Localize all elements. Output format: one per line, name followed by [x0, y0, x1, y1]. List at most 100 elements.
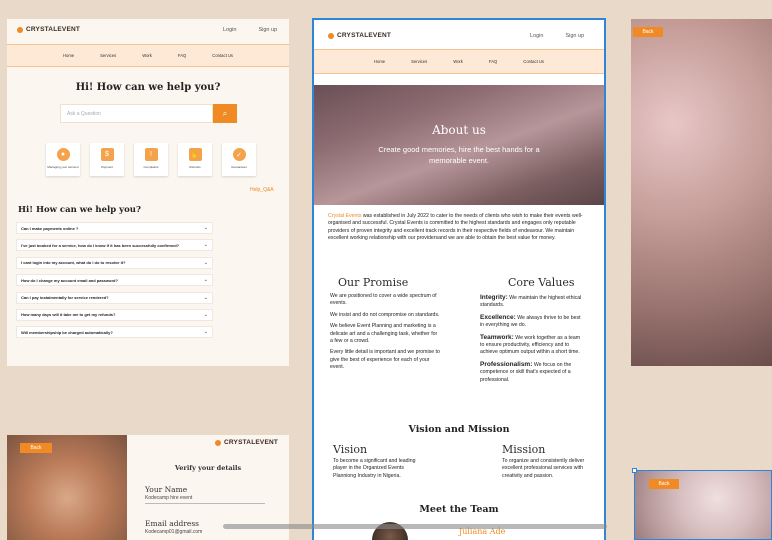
name-field[interactable]: Kodecamp hire event: [145, 495, 265, 504]
value-name: Teamwork:: [480, 333, 514, 341]
hero-title: About us: [432, 123, 486, 137]
faq-item[interactable]: Can I make payments online ? ⌄: [16, 222, 213, 234]
user-icon: ●: [56, 148, 70, 161]
signup-link[interactable]: Sign up: [565, 33, 584, 39]
intro-paragraph: Crystal Events was established in July 2…: [328, 213, 592, 243]
badge-icon: ✓: [232, 148, 246, 161]
chevron-down-icon: ⌄: [203, 225, 208, 231]
faq-question: Can I pay instalmentally for service ren…: [21, 295, 109, 301]
promise-item: Every little detail is important and we …: [330, 349, 440, 371]
nav-faq[interactable]: FAQ: [489, 59, 497, 64]
chevron-down-icon: ⌄: [203, 277, 208, 284]
drape-image: Back: [632, 468, 772, 540]
search-button[interactable]: ⌕: [213, 104, 237, 123]
chevron-down-icon: ⌄: [203, 329, 208, 336]
value-item: Teamwork: We work together as a team to …: [480, 334, 584, 357]
search-input[interactable]: Ask a Question: [60, 104, 213, 123]
back-button[interactable]: Back: [633, 27, 663, 37]
intro-text: was established in July 2022 to cater to…: [328, 213, 583, 242]
help-page-frame: CRYSTALEVENT Login Sign up Home Services…: [7, 19, 289, 366]
vision-mission-title: Vision and Mission: [408, 424, 510, 435]
vision-title: Vision: [333, 443, 368, 456]
nav-services[interactable]: Services: [100, 53, 116, 58]
help-top-links: Login Sign up: [223, 27, 277, 33]
event-hall-image: Back: [631, 19, 772, 366]
nav-services[interactable]: Services: [411, 59, 427, 64]
nav-faq[interactable]: FAQ: [178, 53, 186, 58]
chevron-down-icon: ⌄: [203, 294, 208, 301]
faq-item[interactable]: I've just booked for a service, how do I…: [16, 239, 213, 252]
nav-contact[interactable]: Contact Us: [523, 59, 544, 64]
nav-work[interactable]: Work: [142, 53, 152, 58]
about-header-logo[interactable]: CRYSTALEVENT: [328, 32, 391, 39]
values-title: Core Values: [508, 276, 575, 289]
login-link[interactable]: Login: [223, 27, 236, 33]
promise-title: Our Promise: [338, 276, 409, 289]
faq-heading: Hi! How can we help you?: [18, 205, 141, 215]
brand-text: CRYSTALEVENT: [224, 439, 279, 446]
category-label: Refunds: [189, 165, 201, 169]
dollar-icon: $: [100, 148, 114, 161]
selection-handle[interactable]: [632, 468, 637, 473]
category-label: Complaints: [143, 165, 159, 169]
faq-question: How many days will it take me to get my …: [21, 312, 116, 318]
help-header-logo[interactable]: CRYSTALEVENT: [17, 26, 80, 33]
category-payment[interactable]: $ Payment: [90, 143, 124, 176]
nav-contact[interactable]: Contact Us: [212, 53, 233, 58]
signup-link[interactable]: Sign up: [258, 27, 277, 33]
breadcrumb[interactable]: Help_Q&A: [250, 187, 274, 193]
brand-text: CRYSTALEVENT: [337, 32, 392, 39]
team-title: Meet the Team: [419, 504, 499, 515]
category-label: Guarantees: [231, 165, 247, 169]
about-top-links: Login Sign up: [530, 33, 584, 39]
hand-coin-icon: ✋: [188, 148, 202, 161]
login-link[interactable]: Login: [530, 33, 543, 39]
faq-question: How do I change my account email and pas…: [21, 277, 118, 283]
faq-item[interactable]: Can I pay instalmentally for service ren…: [16, 291, 213, 304]
mission-text: To organize and consistently deliver exc…: [502, 458, 585, 479]
value-item: Excellence: We always thrive to be best …: [480, 314, 584, 330]
value-name: Professionalism:: [480, 360, 533, 368]
verify-logo[interactable]: CRYSTALEVENT: [215, 439, 278, 446]
value-item: Professionalism: We focus on the compete…: [480, 361, 584, 384]
promise-list: We are positioned to cover a wide spectr…: [330, 293, 440, 372]
nav-work[interactable]: Work: [453, 59, 463, 64]
brand-text: CRYSTALEVENT: [26, 26, 81, 33]
faq-item[interactable]: I cant login into my account, what do i …: [16, 256, 213, 269]
chevron-down-icon: ⌄: [203, 259, 208, 266]
faq-question: Can I make payments online ?: [21, 225, 79, 231]
faq-item[interactable]: How do I change my account email and pas…: [16, 274, 213, 287]
value-item: Integrity: We maintain the highest ethic…: [480, 294, 584, 310]
category-refunds[interactable]: ✋ Refunds: [178, 143, 212, 176]
name-label: Your Name: [145, 485, 188, 494]
hero-subtitle: Create good memories, hire the best hand…: [378, 145, 540, 165]
mission-title: Mission: [502, 443, 546, 456]
faq-question: Will membershipship be charged automatic…: [21, 329, 113, 335]
faq-item[interactable]: Will membershipship be charged automatic…: [16, 326, 213, 339]
back-button[interactable]: Back: [20, 443, 52, 453]
value-name: Excellence:: [480, 313, 516, 321]
category-label: Payment: [101, 165, 113, 169]
chevron-down-icon: ⌄: [203, 242, 208, 249]
faq-list: Can I make payments online ? ⌄ I've just …: [16, 222, 213, 339]
help-nav-bar: Home Services Work FAQ Contact Us: [7, 44, 289, 67]
canvas: { "brand": "CRYSTALEVENT", "top_links": …: [0, 0, 772, 540]
help-categories: ● Managing your account $ Payment ! Complai…: [46, 143, 256, 176]
hero-banner: About us Create good memories, hire the …: [314, 85, 604, 205]
back-button[interactable]: Back: [649, 479, 679, 489]
category-complaints[interactable]: ! Complaints: [134, 143, 168, 176]
search-icon: ⌕: [222, 108, 228, 118]
intro-brand: Crystal Events: [328, 213, 362, 219]
email-field[interactable]: Kodecamp01@gmail.com: [145, 529, 265, 535]
help-search: Ask a Question ⌕: [60, 104, 237, 123]
logo-icon: [328, 32, 334, 39]
nav-home[interactable]: Home: [374, 59, 385, 64]
category-guarantees[interactable]: ✓ Guarantees: [222, 143, 256, 176]
faq-item[interactable]: How many days will it take me to get my …: [16, 308, 213, 321]
faq-question: I cant login into my account, what do i …: [21, 260, 126, 266]
help-heading: Hi! How can we help you?: [75, 82, 221, 93]
value-name: Integrity:: [480, 294, 508, 301]
category-account[interactable]: ● Managing your account: [46, 143, 80, 176]
nav-home[interactable]: Home: [63, 53, 74, 58]
horizontal-scrollbar[interactable]: [223, 524, 607, 529]
